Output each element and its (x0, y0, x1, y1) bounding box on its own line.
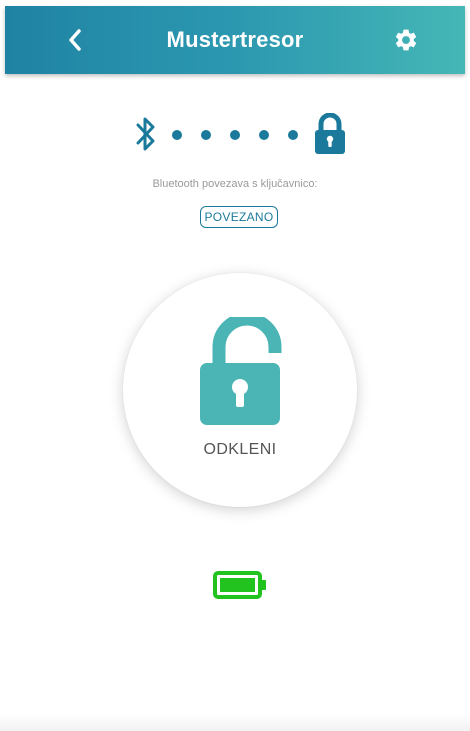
connection-indicator (130, 112, 350, 158)
unlock-icon (200, 317, 282, 425)
unlock-button[interactable]: ODKLENI (123, 273, 357, 507)
settings-button[interactable] (386, 20, 426, 60)
gear-icon (395, 29, 417, 51)
bluetooth-connection-label: Bluetooth povezava s ključavnico: (152, 178, 318, 190)
app-header: Mustertresor (5, 6, 465, 74)
connection-dot (259, 130, 269, 140)
connection-dot (201, 130, 211, 140)
status-badge: POVEZANO (200, 206, 278, 228)
connection-dot (230, 130, 240, 140)
bluetooth-icon (136, 117, 155, 151)
battery-icon (213, 571, 266, 599)
connection-dot (172, 130, 182, 140)
bottom-bar (0, 714, 470, 731)
unlock-label: ODKLENI (203, 441, 277, 458)
connection-dot (288, 130, 298, 140)
lock-icon (315, 113, 345, 154)
